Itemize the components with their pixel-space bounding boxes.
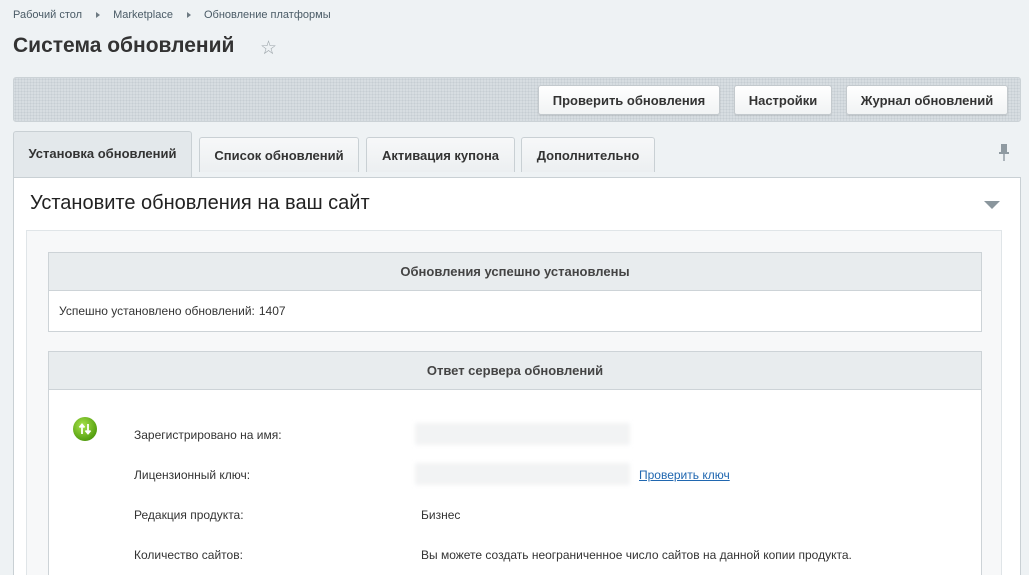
update-status-icon bbox=[73, 417, 97, 441]
check-key-link[interactable]: Проверить ключ bbox=[639, 468, 730, 482]
tab-install-updates[interactable]: Установка обновлений bbox=[13, 131, 192, 178]
tabs-row: Установка обновлений Список обновлений А… bbox=[13, 131, 1021, 178]
breadcrumb-item-platform-update[interactable]: Обновление платформы bbox=[204, 9, 331, 21]
breadcrumb-item-desktop[interactable]: Рабочий стол bbox=[13, 9, 82, 21]
breadcrumb-separator-icon bbox=[96, 12, 101, 18]
main-panel: Установите обновления на ваш сайт Обновл… bbox=[13, 177, 1021, 575]
page-title: Система обновлений bbox=[13, 34, 235, 57]
collapse-triangle-icon[interactable] bbox=[984, 201, 1000, 209]
update-log-button[interactable]: Журнал обновлений bbox=[846, 85, 1008, 115]
server-response-title: Ответ сервера обновлений bbox=[49, 352, 981, 390]
tab-coupon-activation[interactable]: Активация купона bbox=[366, 137, 515, 172]
toolbar: Проверить обновления Настройки Журнал об… bbox=[13, 77, 1021, 122]
installed-count-label: Успешно установлено обновлений: bbox=[59, 304, 255, 318]
success-box-title: Обновления успешно установлены bbox=[49, 253, 981, 291]
favorite-star-icon[interactable]: ☆ bbox=[260, 37, 277, 61]
success-box-body: Успешно установлено обновлений: 1407 bbox=[49, 291, 981, 331]
server-response-body: Зарегистрировано на имя: Лицензионный кл… bbox=[49, 390, 981, 575]
tab-update-list[interactable]: Список обновлений bbox=[199, 137, 359, 172]
breadcrumb-item-marketplace[interactable]: Marketplace bbox=[113, 9, 173, 21]
installed-count-value: 1407 bbox=[258, 304, 286, 318]
settings-button[interactable]: Настройки bbox=[734, 85, 832, 115]
server-response-box: Ответ сервера обновлений Зарегистрирован… bbox=[48, 351, 982, 575]
license-key-value-redacted bbox=[415, 463, 630, 485]
license-key-label: Лицензионный ключ: bbox=[134, 468, 251, 482]
product-edition-label: Редакция продукта: bbox=[134, 508, 244, 522]
registered-name-value-redacted bbox=[415, 423, 630, 445]
breadcrumb-separator-icon bbox=[186, 12, 191, 18]
sites-count-label: Количество сайтов: bbox=[134, 548, 243, 562]
panel-heading: Установите обновления на ваш сайт bbox=[30, 192, 370, 214]
breadcrumb: Рабочий стол Marketplace Обновление плат… bbox=[13, 8, 331, 22]
pin-icon[interactable] bbox=[997, 143, 1011, 163]
panel-content: Обновления успешно установлены Успешно у… bbox=[26, 230, 1002, 575]
check-updates-button[interactable]: Проверить обновления bbox=[538, 85, 720, 115]
sites-count-value: Вы можете создать неограниченное число с… bbox=[421, 548, 852, 562]
product-edition-value: Бизнес bbox=[421, 508, 461, 522]
tab-additional[interactable]: Дополнительно bbox=[521, 137, 655, 172]
success-box: Обновления успешно установлены Успешно у… bbox=[48, 252, 982, 332]
registered-name-label: Зарегистрировано на имя: bbox=[134, 428, 282, 442]
